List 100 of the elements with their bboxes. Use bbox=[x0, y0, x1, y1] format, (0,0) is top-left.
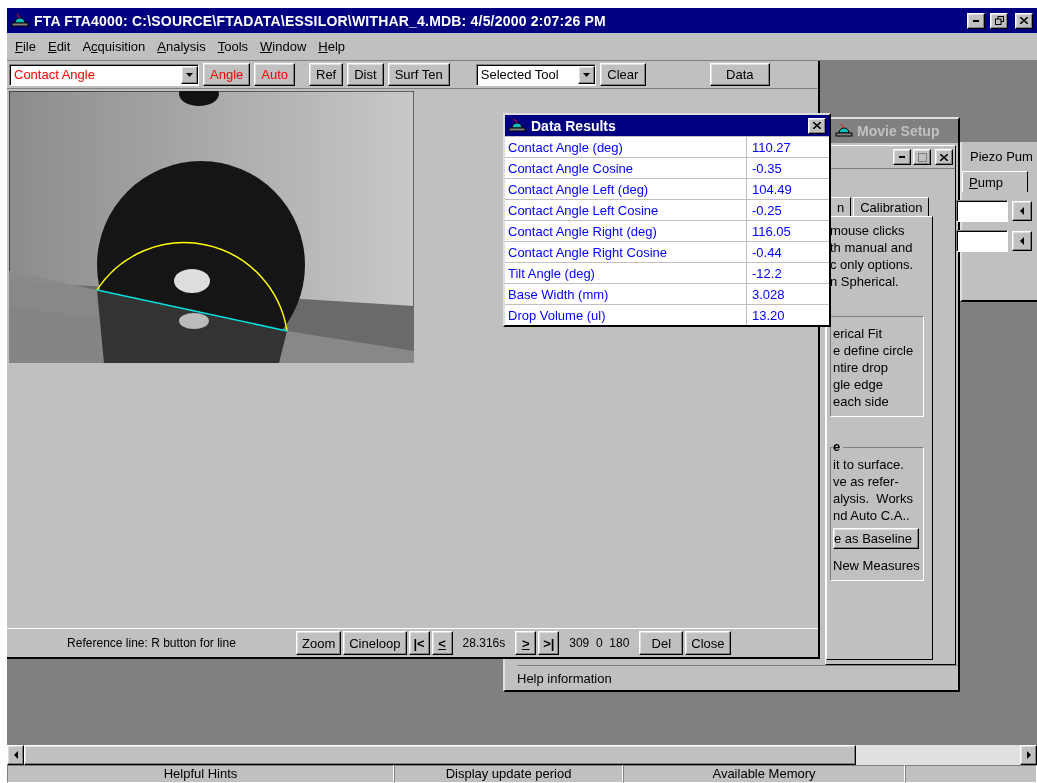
result-label: Contact Angle Left Cosine bbox=[507, 201, 660, 220]
toolbar-button[interactable]: Cineloop bbox=[343, 631, 407, 655]
toolbar-button[interactable]: Dist bbox=[347, 63, 384, 86]
frame-readout: 309 0 180 bbox=[568, 636, 631, 650]
dropdown-button[interactable] bbox=[577, 65, 595, 84]
input-field[interactable] bbox=[956, 230, 1008, 252]
result-label: Contact Angle (deg) bbox=[507, 138, 624, 157]
tool-dropdown[interactable]: Selected Tool bbox=[475, 63, 596, 86]
menu-item[interactable]: Tools bbox=[211, 38, 255, 54]
menu-item[interactable]: Help bbox=[312, 38, 352, 54]
left-arrow-icon bbox=[13, 751, 18, 759]
right-arrow-icon bbox=[1026, 751, 1031, 759]
help-text: Help information bbox=[517, 670, 612, 686]
set-baseline-button[interactable]: e as Baseline bbox=[833, 528, 919, 549]
help-text-line: c only options. bbox=[830, 256, 915, 273]
help-text-line: gle edge bbox=[833, 376, 884, 393]
mode-dropdown[interactable]: Contact Angle bbox=[9, 63, 199, 86]
result-value: 104.49 bbox=[746, 179, 829, 199]
result-label: Tilt Angle (deg) bbox=[507, 264, 596, 283]
scrollbar-thumb[interactable] bbox=[24, 745, 856, 765]
result-label: Base Width (mm) bbox=[507, 285, 610, 304]
tab[interactable]: Calibration bbox=[853, 197, 930, 216]
dialog-title: Data Results bbox=[531, 117, 617, 134]
toolbar-button[interactable]: Zoom bbox=[296, 631, 342, 655]
help-text-line: ntire drop bbox=[833, 359, 889, 376]
app-icon bbox=[508, 118, 526, 133]
result-label: Drop Volume (ul) bbox=[507, 306, 607, 325]
help-text-line: ve as refer- bbox=[833, 473, 900, 490]
menu-item[interactable]: Window bbox=[254, 38, 313, 54]
result-label: Contact Angle Right (deg) bbox=[507, 222, 658, 241]
help-text-line: mouse clicks bbox=[830, 222, 906, 239]
close-button[interactable] bbox=[808, 117, 826, 134]
input-field[interactable] bbox=[956, 200, 1008, 222]
minimize-button[interactable] bbox=[967, 12, 985, 29]
close-button[interactable] bbox=[935, 149, 953, 165]
toolbar-button[interactable]: Close bbox=[685, 631, 731, 655]
maximize-button[interactable] bbox=[913, 149, 931, 165]
menu-item[interactable]: Analysis bbox=[151, 38, 212, 54]
restore-button[interactable] bbox=[990, 12, 1008, 29]
scroll-right-button[interactable] bbox=[1020, 745, 1037, 765]
toolbar-button[interactable]: Ref bbox=[309, 63, 344, 86]
result-label: Contact Angle Left (deg) bbox=[507, 180, 650, 199]
status-panel: Display update period bbox=[394, 765, 623, 783]
help-text-line: alysis. Works bbox=[833, 490, 914, 507]
spin-button[interactable] bbox=[1012, 231, 1032, 251]
scroll-left-button[interactable] bbox=[7, 745, 24, 765]
close-icon bbox=[940, 153, 948, 161]
minimize-icon bbox=[899, 156, 905, 158]
window-title: FTA FTA4000: C:\SOURCE\FTADATA\ESSILOR\WITHAR_4.MDB: 4/5/2000 2:07:26 PM bbox=[34, 12, 607, 29]
app-icon bbox=[835, 124, 853, 138]
help-text-line: each side bbox=[833, 393, 890, 410]
help-text-line: n Spherical. bbox=[830, 273, 900, 290]
result-value: 110.27 bbox=[746, 137, 829, 157]
status-panel: Helpful Hints bbox=[7, 765, 394, 783]
minimize-icon bbox=[973, 19, 979, 22]
frame-step-button[interactable]: >| bbox=[538, 631, 560, 655]
help-text-line: e define circle bbox=[833, 342, 915, 359]
frame-step-button[interactable]: > bbox=[515, 631, 537, 655]
close-button[interactable] bbox=[1015, 12, 1033, 29]
window-title: Piezo Pum bbox=[969, 148, 1034, 166]
result-label: Contact Angle Right Cosine bbox=[507, 243, 668, 262]
toolbar-button[interactable]: Surf Ten bbox=[387, 63, 450, 86]
help-text-line: nd Auto C.A.. bbox=[833, 507, 911, 524]
hint-text: Reference line: R button for line bbox=[66, 636, 237, 650]
frame-step-button[interactable]: |< bbox=[408, 631, 430, 655]
toolbar-button[interactable]: Del bbox=[639, 631, 684, 655]
toolbar-button[interactable]: Data bbox=[709, 63, 770, 86]
result-value: -0.25 bbox=[746, 200, 829, 220]
toolbar-button[interactable]: Clear bbox=[599, 63, 646, 86]
app-icon bbox=[11, 13, 29, 28]
tab[interactable]: Pump bbox=[962, 171, 1028, 192]
frame-readout: 28.316s bbox=[461, 636, 507, 650]
close-icon bbox=[1020, 17, 1028, 24]
minimize-button[interactable] bbox=[893, 149, 911, 165]
menu-item[interactable]: Acquisition bbox=[76, 38, 152, 54]
dialog-title: Movie Setup bbox=[857, 123, 940, 139]
help-text-line: erical Fit bbox=[833, 325, 884, 342]
maximize-icon bbox=[917, 152, 927, 162]
result-value: 116.05 bbox=[746, 221, 829, 241]
result-value: -0.35 bbox=[746, 158, 829, 178]
left-arrow-icon bbox=[1020, 207, 1024, 215]
option-label: New Measures bbox=[833, 557, 921, 574]
result-value: -0.44 bbox=[746, 242, 829, 262]
spin-button[interactable] bbox=[1012, 201, 1032, 221]
result-value: 13.20 bbox=[746, 305, 829, 325]
help-text-line: it to surface. bbox=[833, 456, 905, 473]
frame-step-button[interactable]: < bbox=[431, 631, 453, 655]
menu-item[interactable]: File bbox=[9, 38, 42, 54]
left-arrow-icon bbox=[1020, 237, 1024, 245]
caret-icon bbox=[186, 72, 193, 77]
status-panel: Available Memory bbox=[623, 765, 905, 783]
restore-icon bbox=[994, 16, 1004, 25]
horizontal-scrollbar[interactable] bbox=[7, 745, 1037, 765]
tab[interactable]: n bbox=[830, 197, 852, 216]
caret-icon bbox=[582, 72, 590, 77]
dropdown-button[interactable] bbox=[181, 65, 198, 84]
help-text-line: th manual and bbox=[830, 239, 914, 256]
result-value: -12.2 bbox=[746, 263, 829, 283]
close-icon bbox=[813, 122, 821, 129]
menu-item[interactable]: Edit bbox=[41, 38, 77, 54]
